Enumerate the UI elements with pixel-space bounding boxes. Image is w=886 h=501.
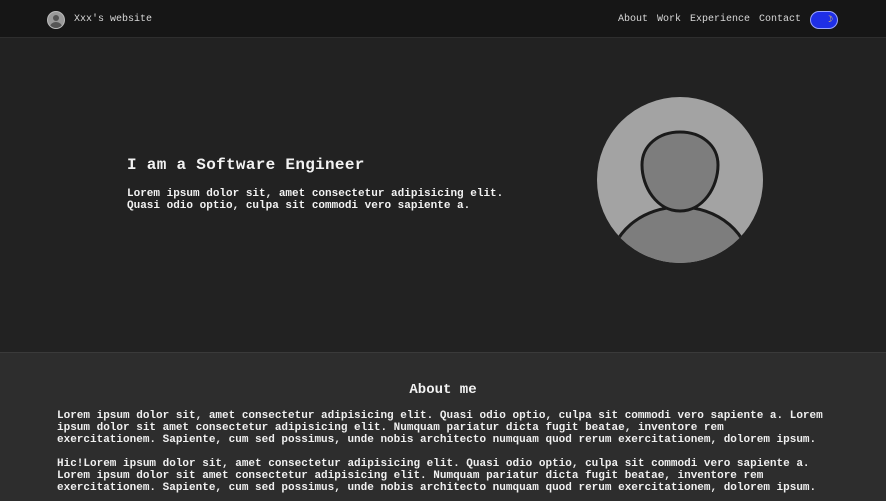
hero-line-1: Lorem ipsum dolor sit, amet consectetur …: [127, 188, 504, 200]
about-paragraph-2: Hic!Lorem ipsum dolor sit, amet consecte…: [57, 458, 817, 494]
nav-link-work[interactable]: Work: [657, 14, 681, 25]
theme-toggle[interactable]: ☽: [810, 10, 838, 29]
nav-link-experience[interactable]: Experience: [690, 14, 750, 25]
hero-title: I am a Software Engineer: [127, 156, 365, 174]
top-navbar: Xxx's website About Work Experience Cont…: [0, 0, 886, 38]
hero-description: Lorem ipsum dolor sit, amet consectetur …: [127, 188, 527, 212]
moon-icon: ☽: [827, 14, 833, 25]
about-section: About me Lorem ipsum dolor sit, amet con…: [0, 352, 886, 501]
about-heading: About me: [409, 382, 477, 398]
user-avatar-icon: [597, 97, 763, 263]
nav-link-about[interactable]: About: [618, 14, 648, 25]
site-brand[interactable]: Xxx's website: [47, 10, 152, 29]
nav-link-contact[interactable]: Contact: [759, 14, 801, 25]
about-paragraph-1: Lorem ipsum dolor sit, amet consectetur …: [57, 410, 823, 446]
site-title[interactable]: Xxx's website: [74, 14, 152, 25]
hero-section: I am a Software Engineer Lorem ipsum dol…: [0, 38, 886, 352]
nav-links: About Work Experience Contact ☽: [609, 9, 838, 30]
avatar-icon: [47, 10, 65, 29]
hero-line-2: Quasi odio optio, culpa sit commodi vero…: [127, 200, 471, 212]
